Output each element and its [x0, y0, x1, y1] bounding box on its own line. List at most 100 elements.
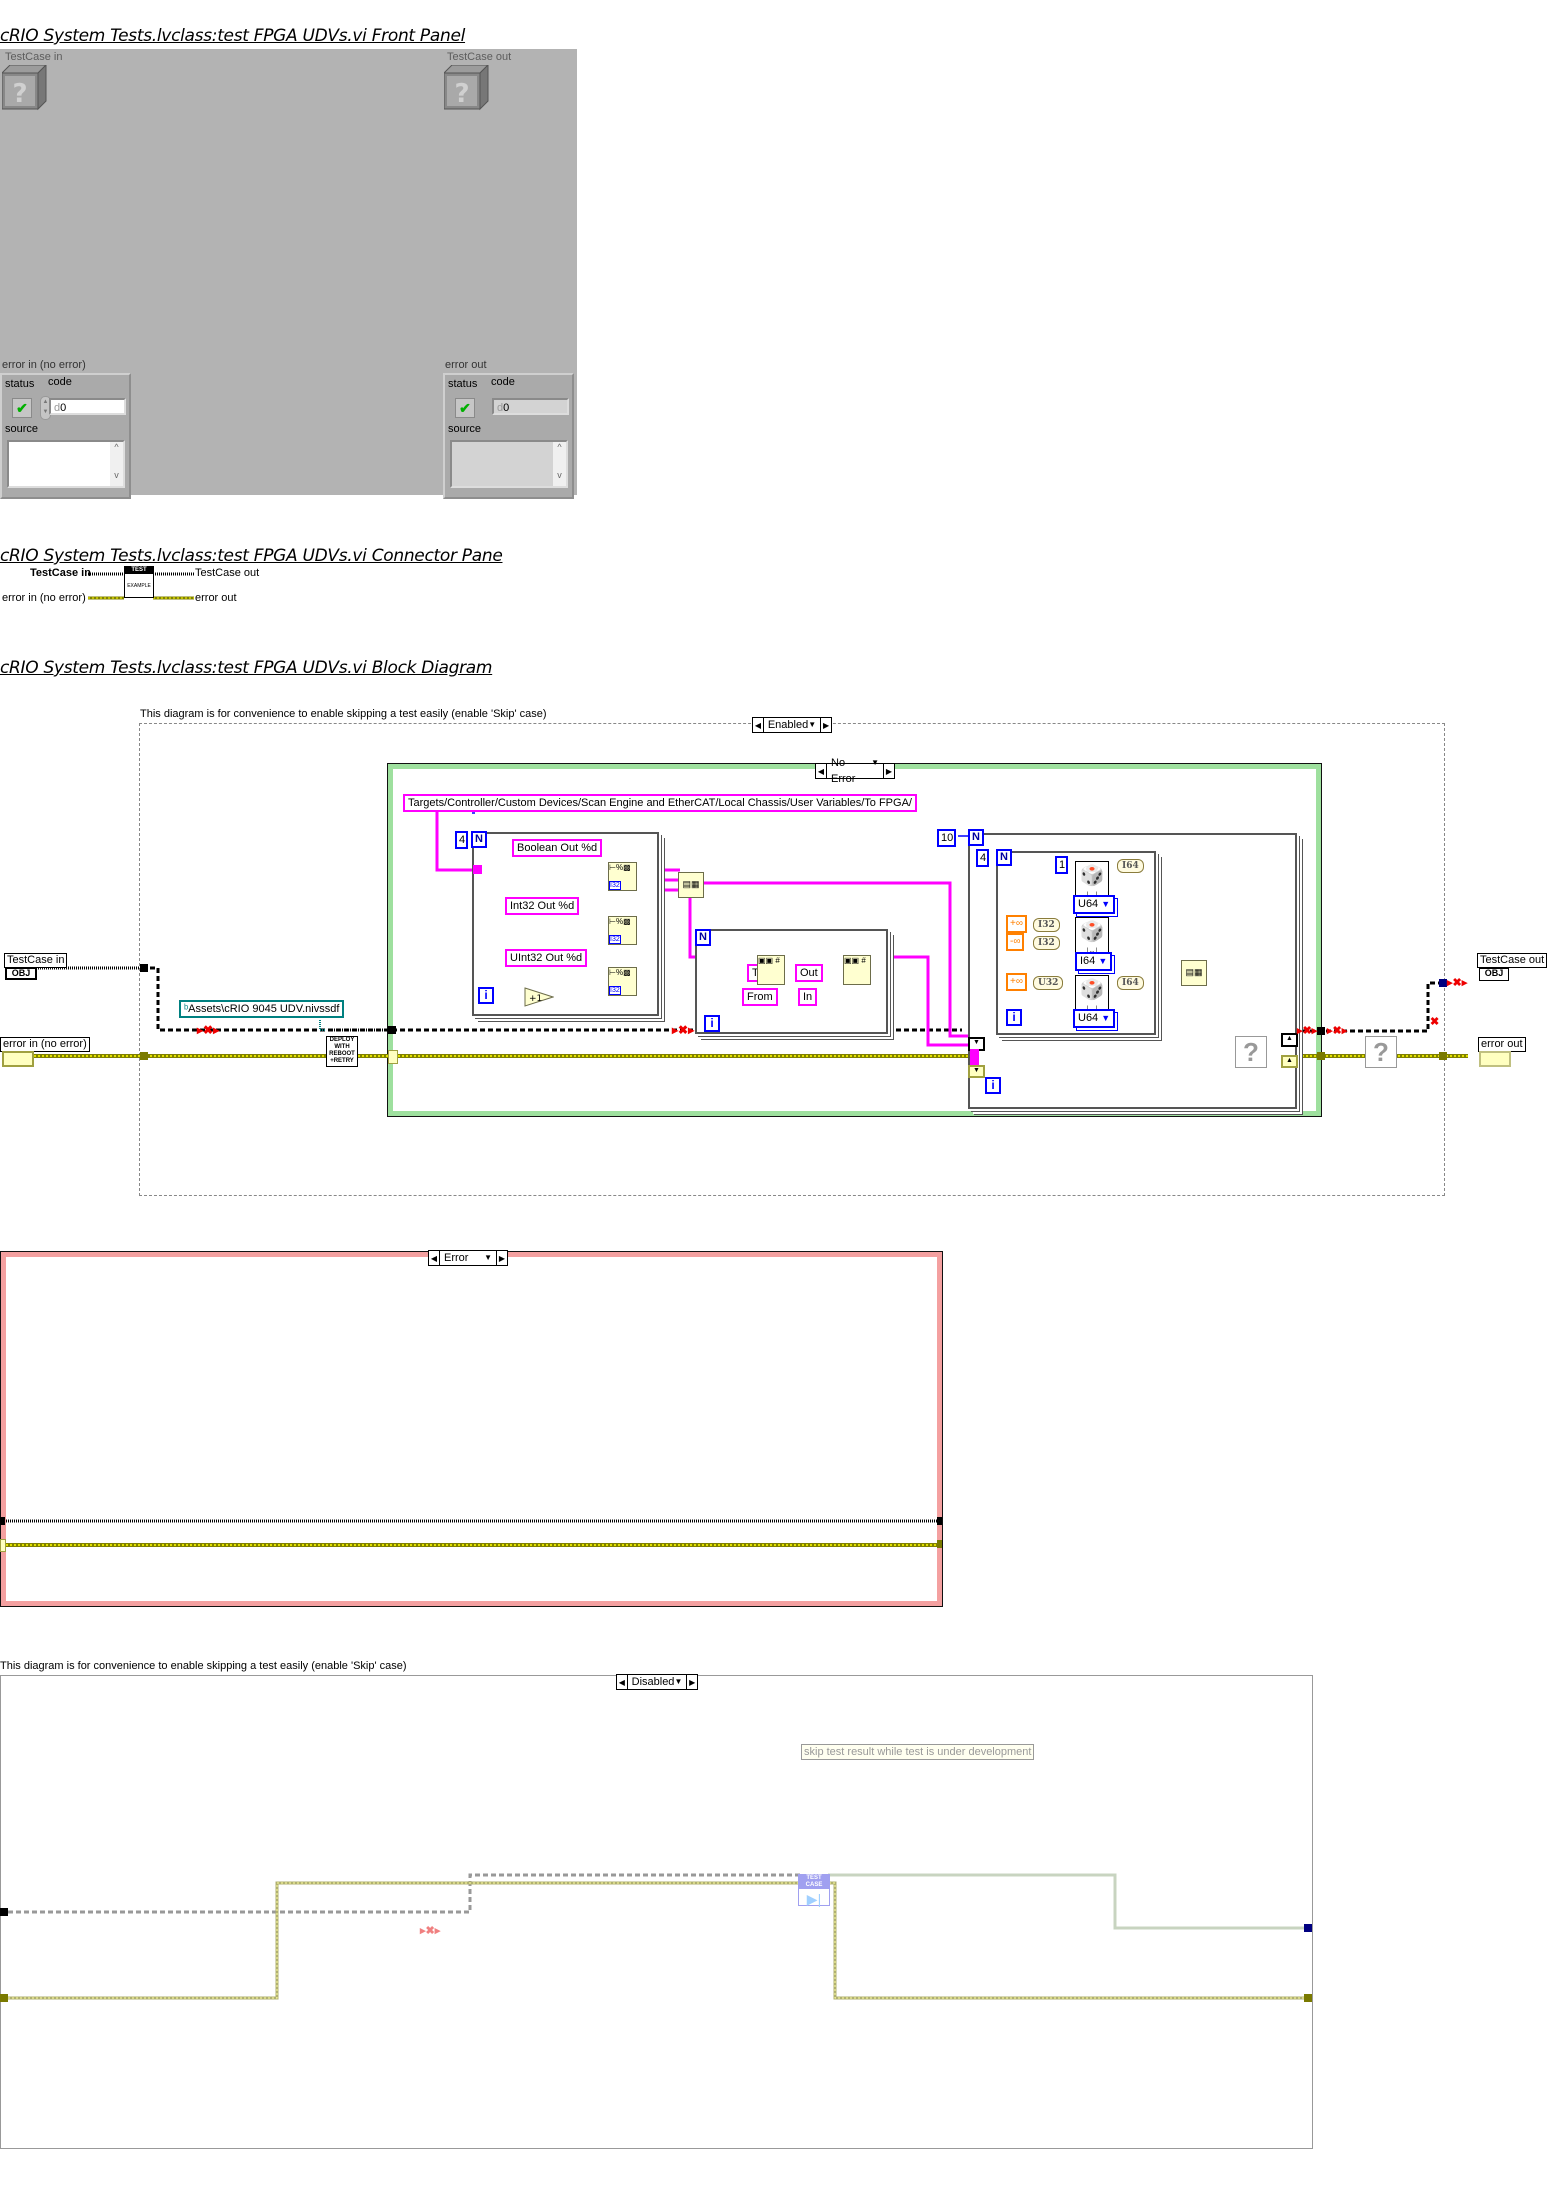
inner-loop-count-constant[interactable]: 4 [976, 849, 989, 867]
deploy-line: REBOOT [329, 1051, 355, 1057]
error-wire-x-icon: ▸✖▸ [1297, 1025, 1318, 1037]
prev-case-icon[interactable]: ◀ [617, 1675, 628, 1689]
skip-test-case-node[interactable]: TEST CASE ▶| [798, 1874, 830, 1907]
loop1-count-constant[interactable]: 4 [455, 831, 468, 849]
format-into-string-node[interactable]: ⊢%▩ I32 [608, 967, 637, 996]
type-tag: I32 [609, 935, 621, 944]
error-wire-x-icon: ▸✖▸ [197, 1023, 220, 1037]
testcase-in-terminal[interactable]: OBJ [5, 967, 37, 980]
asset-path-constant[interactable]: ᵇAssets\cRIO 9045 UDV.nivssdf [179, 1000, 345, 1018]
next-case-icon[interactable]: ▶ [496, 1251, 507, 1265]
deploy-line: WITH [334, 1044, 350, 1050]
class-tunnel [0, 1908, 8, 1916]
search-and-replace-node[interactable]: ▣▣ # [843, 955, 871, 985]
loop-iteration-terminal: i [1006, 1009, 1022, 1026]
outer-loop-count-constant[interactable]: 10 [937, 829, 956, 847]
error-out-tag: error out [1478, 1037, 1526, 1052]
loop-iteration-terminal: i [704, 1015, 720, 1032]
path-wire [319, 1020, 326, 1031]
loop-iteration-terminal: i [478, 987, 494, 1004]
prev-case-icon[interactable]: ◀ [429, 1251, 440, 1265]
shift-register-right: ▲ [1281, 1033, 1298, 1047]
testcase-out-tag: TestCase out [1477, 953, 1548, 968]
increment-node[interactable]: +1 [524, 987, 554, 1007]
string-constant-out[interactable]: Out [795, 964, 823, 982]
build-array-node[interactable]: ▤▦ [1181, 960, 1207, 986]
negative-infinity-constant[interactable]: -∞ [1006, 933, 1025, 951]
error-tunnel [140, 1052, 148, 1060]
case-class-tunnel [388, 1026, 396, 1034]
dice-icon: 🎲 [1079, 979, 1105, 1001]
error-case-selector[interactable]: ◀ Error ▼ ▶ [428, 1250, 508, 1266]
error-in-tag: error in (no error) [0, 1037, 90, 1052]
format-icon: ⊢%▩ [609, 968, 631, 977]
error-tunnel-out [1439, 1052, 1447, 1060]
format-string-constant[interactable]: UInt32 Out %d [505, 949, 588, 967]
random-input-constant[interactable]: 1 [1055, 856, 1068, 874]
next-case-icon[interactable]: ▶ [686, 1675, 697, 1689]
case-name: Disabled [631, 1676, 675, 1688]
coercion-cast: I32 [1033, 918, 1060, 932]
type-value: I64 [1080, 955, 1096, 967]
dice-icon: 🎲 [1079, 865, 1105, 887]
skip-node-label: TEST CASE [799, 1875, 829, 1889]
error-in-terminal[interactable] [2, 1051, 34, 1067]
infinity-constant[interactable]: +∞ [1006, 915, 1027, 933]
search-replace-icon: ▣▣ # [758, 956, 780, 965]
disabled-wires [8, 1873, 1306, 2000]
format-string-constant[interactable]: Boolean Out %d [512, 839, 603, 857]
string-constant-from[interactable]: From [742, 988, 778, 1006]
search-and-replace-node[interactable]: ▣▣ # [757, 955, 785, 985]
case-name: Error [444, 1252, 469, 1264]
chevron-down-icon: ▼ [674, 1677, 683, 1686]
format-icon: ⊢%▩ [609, 863, 631, 872]
loop-iteration-terminal: i [985, 1077, 1001, 1094]
coercion-cast: U32 [1033, 976, 1064, 990]
build-array-node[interactable]: ▤▦ [678, 872, 704, 898]
class-tunnel [140, 964, 148, 972]
string-array-tunnel [970, 1049, 979, 1057]
obj-label: OBJ [11, 968, 31, 978]
chevron-down-icon: ▼ [1101, 1013, 1111, 1023]
case-error-tunnel-out [1317, 1052, 1325, 1060]
dice-icon: 🎲 [1079, 921, 1105, 943]
infinity-constant[interactable]: +∞ [1006, 973, 1027, 991]
error-wire-x-icon: ▸✖▸ [1447, 977, 1468, 989]
class-tunnel-out [1439, 979, 1447, 987]
unknown-subvi-node[interactable]: ? [1235, 1036, 1267, 1068]
unknown-subvi-node[interactable]: ? [1365, 1036, 1397, 1068]
string-constant-in[interactable]: In [798, 988, 818, 1006]
skip-note: skip test result while test is under dev… [801, 1744, 1035, 1760]
string-array-tunnel [970, 1057, 979, 1065]
asset-path-value: Assets\cRIO 9045 UDV.nivssdf [188, 1003, 340, 1015]
error-wire-x-icon: ▸✖▸ [672, 1023, 695, 1037]
type-tag: I32 [609, 986, 621, 995]
format-icon: ⊢%▩ [609, 917, 631, 926]
error-case-wires [6, 1519, 937, 1547]
shift-register-left-error: ▼ [968, 1065, 985, 1078]
class-tunnel [0, 1517, 5, 1525]
class-tunnel [937, 1517, 942, 1525]
deploy-line: +RETRY [330, 1058, 354, 1064]
format-into-string-node[interactable]: ⊢%▩ I32 [608, 916, 637, 945]
loop-count-terminal: N [471, 831, 487, 848]
case-class-tunnel-out [1317, 1027, 1325, 1035]
format-string-constant[interactable]: Int32 Out %d [505, 897, 580, 915]
deploy-with-reboot-node[interactable]: DEPLOY WITH REBOOT +RETRY [326, 1036, 358, 1067]
build-array-icon: ▤▦ [682, 879, 700, 889]
type-selector[interactable]: I64 ▼ [1075, 952, 1113, 971]
case-selector-terminal [0, 1539, 6, 1552]
error-out-terminal [1479, 1051, 1511, 1067]
error-tunnel-out [1304, 1994, 1312, 2002]
type-selector[interactable]: U64 ▼ [1073, 895, 1116, 914]
type-selector[interactable]: U64 ▼ [1073, 1009, 1116, 1028]
increment-label: +1 [529, 994, 542, 1004]
class-tunnel-out [1304, 1924, 1312, 1932]
disabled-case-selector[interactable]: ◀ Disabled ▼ ▶ [616, 1674, 698, 1690]
random-number-node[interactable]: |↔|🎲 [1075, 917, 1109, 957]
chevron-down-icon: ▼ [1098, 956, 1108, 966]
error-wire-x-icon: ▸✖▸ [420, 1925, 441, 1937]
loop-count-terminal: N [996, 849, 1012, 866]
format-into-string-node[interactable]: ⊢%▩ I32 [608, 862, 637, 891]
search-replace-icon: ▣▣ # [844, 956, 866, 965]
